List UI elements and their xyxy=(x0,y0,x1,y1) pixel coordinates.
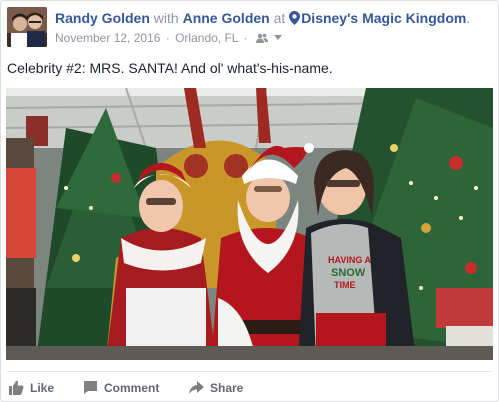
share-label: Share xyxy=(210,381,244,395)
share-arrow-icon xyxy=(189,380,204,395)
header-title-line: Randy Golden with Anne Golden at Disney'… xyxy=(55,9,492,27)
tagged-person-link[interactable]: Anne Golden xyxy=(183,10,270,26)
post-photo[interactable]: HAVING A SNOW TIME xyxy=(6,88,493,360)
facebook-post: Randy Golden with Anne Golden at Disney'… xyxy=(0,0,499,402)
post-date[interactable]: November 12, 2016 xyxy=(55,31,160,45)
header-text: Randy Golden with Anne Golden at Disney'… xyxy=(55,9,492,46)
title-period: . xyxy=(466,10,471,26)
comment-label: Comment xyxy=(104,381,160,395)
shirt-text-1: HAVING A xyxy=(328,255,372,265)
place-link[interactable]: Disney's Magic Kingdom xyxy=(301,10,466,26)
at-word: at xyxy=(273,10,286,26)
with-word: with xyxy=(153,10,179,26)
meta-separator-2: · xyxy=(243,31,248,45)
comment-button[interactable]: Comment xyxy=(83,378,159,398)
author-avatar[interactable] xyxy=(7,7,47,47)
comment-icon xyxy=(83,380,98,395)
post-caption: Celebrity #2: MRS. SANTA! And ol' what's… xyxy=(7,60,333,76)
post-header: Randy Golden with Anne Golden at Disney'… xyxy=(7,7,492,47)
caret-down-icon[interactable] xyxy=(274,29,283,40)
post-location[interactable]: Orlando, FL xyxy=(175,31,238,45)
like-button[interactable]: Like xyxy=(9,378,54,398)
author-name-link[interactable]: Randy Golden xyxy=(55,10,150,26)
location-pin-icon xyxy=(289,11,301,25)
thumbs-up-icon xyxy=(9,380,24,395)
friends-icon[interactable] xyxy=(255,31,268,43)
post-actions-bar: Like Comment Share xyxy=(7,371,492,401)
post-meta: November 12, 2016 · Orlando, FL · xyxy=(55,29,492,46)
shirt-text-3: TIME xyxy=(334,280,356,290)
share-button[interactable]: Share xyxy=(189,378,243,398)
shirt-text-2: SNOW xyxy=(331,267,366,279)
like-label: Like xyxy=(30,381,55,395)
meta-separator: · xyxy=(165,31,170,45)
